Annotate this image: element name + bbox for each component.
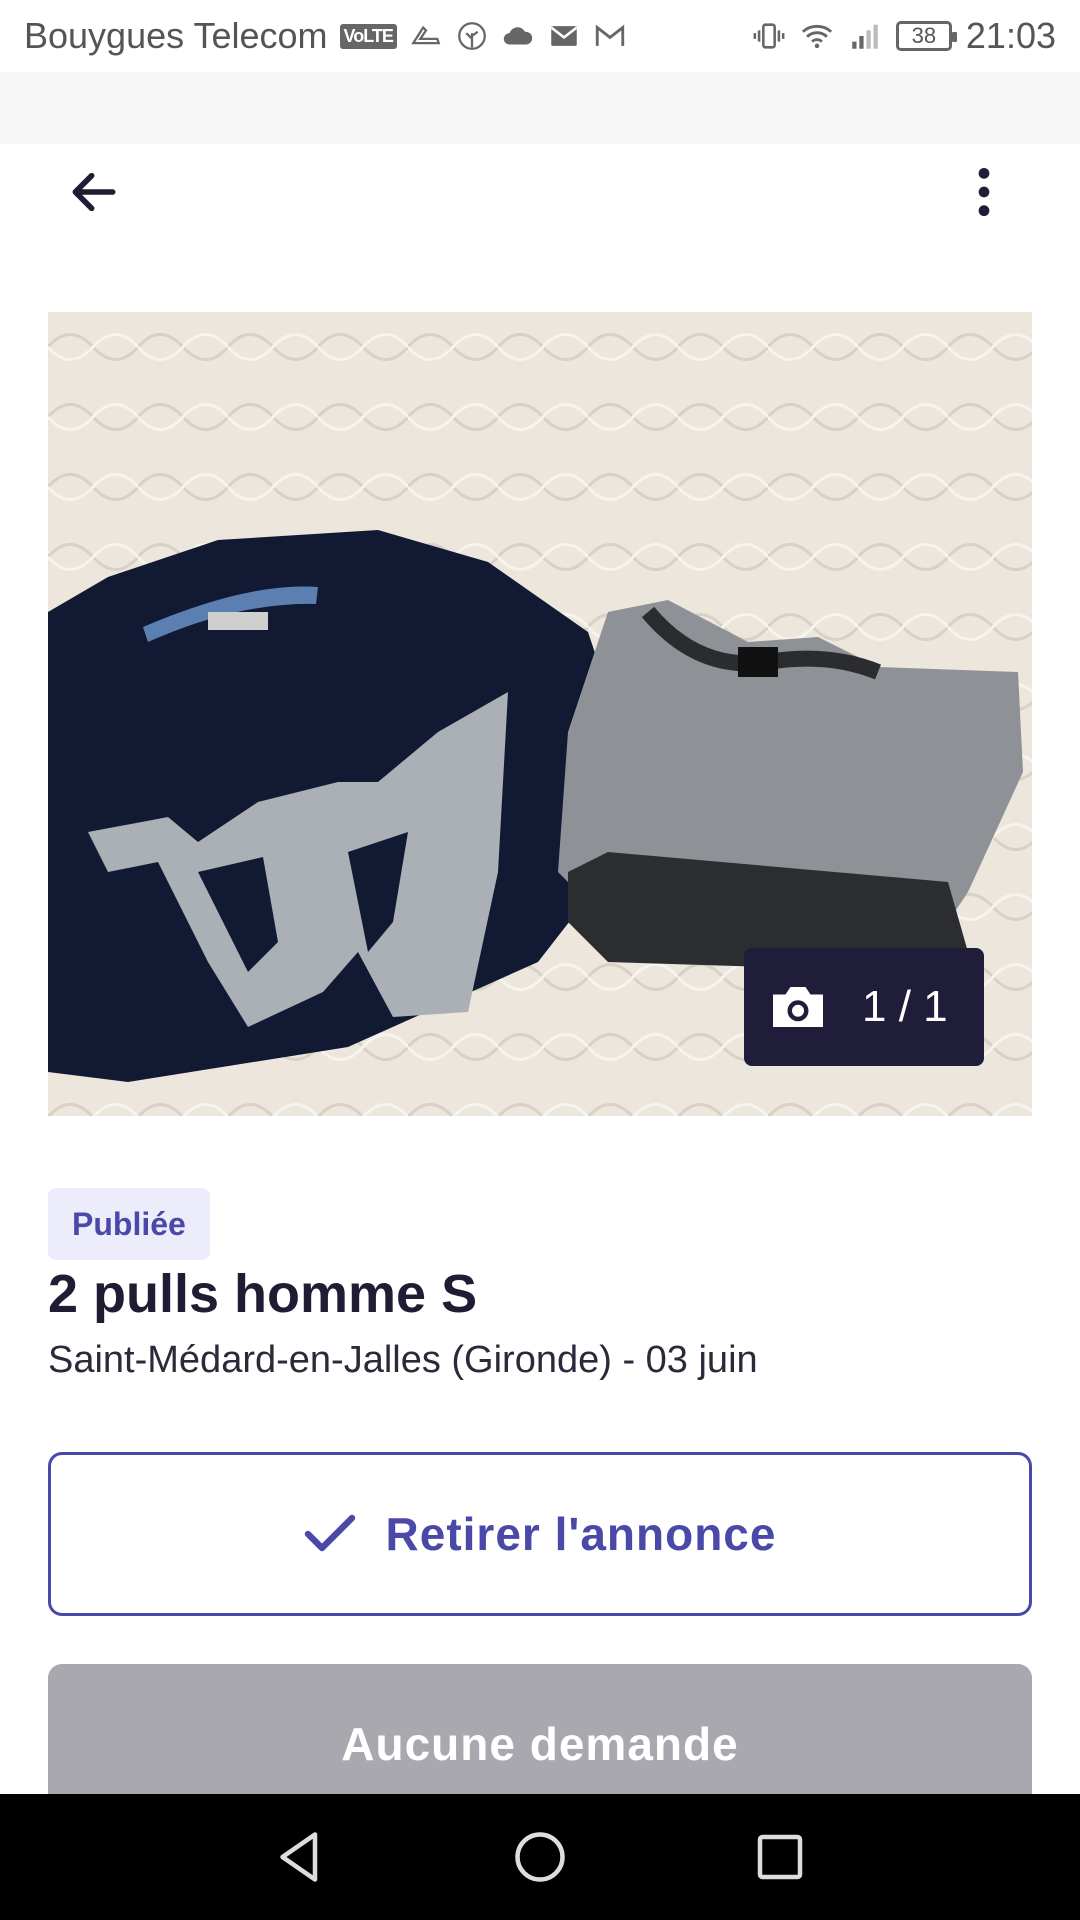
cloud-icon: [501, 19, 535, 53]
square-recents-icon: [757, 1834, 803, 1880]
signal-icon: [848, 19, 882, 53]
nav-recents-button[interactable]: [735, 1812, 825, 1902]
circle-home-icon: [515, 1832, 565, 1882]
mail-icon: [547, 19, 581, 53]
status-right: 38 21:03: [752, 15, 1056, 57]
shoe-icon: [409, 19, 443, 53]
toolbar-spacer: [0, 72, 1080, 144]
listing-title: 2 pulls homme S: [48, 1264, 478, 1324]
listing-location-date: Saint-Médard-en-Jalles (Gironde) - 03 ju…: [48, 1339, 758, 1381]
vibrate-icon: [752, 19, 786, 53]
check-icon: [304, 1514, 355, 1552]
status-left: Bouygues Telecom VoLTE: [24, 15, 627, 57]
nav-back-button[interactable]: [255, 1812, 345, 1902]
battery-icon: 38: [895, 21, 957, 51]
status-badge: Publiée: [48, 1188, 210, 1260]
status-bar: Bouygues Telecom VoLTE 38 21:03: [0, 0, 1080, 72]
withdraw-listing-button[interactable]: Retirer l'annonce: [48, 1452, 1032, 1616]
carrier-label: Bouygues Telecom: [24, 15, 328, 56]
arrow-left-icon: [72, 172, 116, 212]
withdraw-listing-label: Retirer l'annonce: [385, 1508, 777, 1560]
photo-counter-text: 1 / 1: [862, 982, 948, 1031]
system-nav-bar: [0, 1794, 1080, 1920]
back-button[interactable]: [46, 144, 142, 240]
gmail-icon: [593, 19, 627, 53]
triangle-back-icon: [280, 1832, 318, 1882]
camera-icon: [773, 987, 823, 1027]
nav-home-button[interactable]: [495, 1812, 585, 1902]
wifi-icon: [800, 19, 834, 53]
top-bar: [0, 144, 1080, 240]
leaf-icon: [455, 19, 489, 53]
no-requests-label: Aucune demande: [341, 1718, 739, 1770]
clock: 21:03: [965, 15, 1056, 56]
more-options-button[interactable]: [936, 144, 1032, 240]
photo-counter[interactable]: 1 / 1: [744, 948, 984, 1066]
more-vertical-icon: [978, 167, 990, 217]
volte-icon: VoLTE: [339, 23, 397, 49]
